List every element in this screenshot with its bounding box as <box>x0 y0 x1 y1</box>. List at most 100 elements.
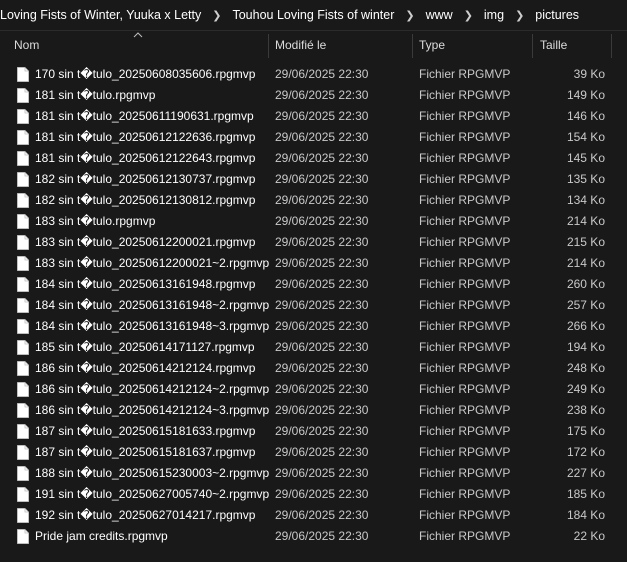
file-row[interactable]: 170 sin t�tulo_20250608035606.rpgmvp 29/0… <box>0 64 627 85</box>
file-row[interactable]: 183 sin t�tulo.rpgmvp 29/06/2025 22:30 Fic… <box>0 211 627 232</box>
column-header-row: Nom Modifié le Type Taille <box>0 31 627 59</box>
file-row[interactable]: 186 sin t�tulo_20250614212124~2.rpgmvp 29… <box>0 379 627 400</box>
file-type: Fichier RPGMVP <box>419 403 511 417</box>
file-name[interactable]: 186 sin t�tulo_20250614212124~3.rpgmvp <box>35 400 269 421</box>
file-icon <box>17 466 29 481</box>
file-icon <box>17 382 29 397</box>
file-row[interactable]: 182 sin t�tulo_20250612130812.rpgmvp 29/0… <box>0 190 627 211</box>
file-row[interactable]: Pride jam credits.rpgmvp 29/06/2025 22:30… <box>0 526 627 547</box>
file-icon <box>17 445 29 460</box>
file-name[interactable]: 184 sin t�tulo_20250613161948~3.rpgmvp <box>35 316 269 337</box>
file-row[interactable]: 181 sin t�tulo_20250611190631.rpgmvp 29/0… <box>0 106 627 127</box>
file-row[interactable]: 187 sin t�tulo_20250615181637.rpgmvp 29/0… <box>0 442 627 463</box>
file-row[interactable]: 181 sin t�tulo_20250612122643.rpgmvp 29/0… <box>0 148 627 169</box>
file-type: Fichier RPGMVP <box>419 466 511 480</box>
breadcrumb: Loving Fists of Winter, Yuuka x Letty ❯ … <box>0 0 627 31</box>
file-name[interactable]: 170 sin t�tulo_20250608035606.rpgmvp <box>35 64 255 85</box>
file-name[interactable]: 191 sin t�tulo_20250627005740~2.rpgmvp <box>35 484 269 505</box>
file-row[interactable]: 185 sin t�tulo_20250614171127.rpgmvp 29/0… <box>0 337 627 358</box>
file-row[interactable]: 182 sin t�tulo_20250612130737.rpgmvp 29/0… <box>0 169 627 190</box>
column-header-type[interactable]: Type <box>419 31 445 59</box>
file-type: Fichier RPGMVP <box>419 151 511 165</box>
file-name[interactable]: 187 sin t�tulo_20250615181637.rpgmvp <box>35 442 255 463</box>
file-size: 214 Ko <box>566 214 605 228</box>
file-modified-date: 29/06/2025 22:30 <box>275 487 369 501</box>
file-name[interactable]: 188 sin t�tulo_20250615230003~2.rpgmvp <box>35 463 269 484</box>
file-type: Fichier RPGMVP <box>419 424 511 438</box>
file-modified-date: 29/06/2025 22:30 <box>275 88 369 102</box>
column-header-modified[interactable]: Modifié le <box>275 31 326 59</box>
column-divider[interactable] <box>268 34 269 58</box>
file-size: 238 Ko <box>566 403 605 417</box>
file-size: 134 Ko <box>566 193 605 207</box>
file-name[interactable]: 183 sin t�tulo_20250612200021.rpgmvp <box>35 232 255 253</box>
file-icon <box>17 508 29 523</box>
file-row[interactable]: 181 sin t�tulo.rpgmvp 29/06/2025 22:30 Fic… <box>0 85 627 106</box>
file-icon <box>17 151 29 166</box>
file-row[interactable]: 184 sin t�tulo_20250613161948~2.rpgmvp 29… <box>0 295 627 316</box>
file-row[interactable]: 181 sin t�tulo_20250612122636.rpgmvp 29/0… <box>0 127 627 148</box>
scrollbar-track[interactable] <box>613 31 627 562</box>
file-modified-date: 29/06/2025 22:30 <box>275 193 369 207</box>
file-name[interactable]: 183 sin t�tulo_20250612200021~2.rpgmvp <box>35 253 269 274</box>
file-type: Fichier RPGMVP <box>419 445 511 459</box>
file-type: Fichier RPGMVP <box>419 109 511 123</box>
file-name[interactable]: 184 sin t�tulo_20250613161948.rpgmvp <box>35 274 255 295</box>
breadcrumb-item-www[interactable]: www <box>424 8 455 22</box>
file-row[interactable]: 186 sin t�tulo_20250614212124.rpgmvp 29/0… <box>0 358 627 379</box>
file-type: Fichier RPGMVP <box>419 508 511 522</box>
file-modified-date: 29/06/2025 22:30 <box>275 529 369 543</box>
breadcrumb-item-game-folder[interactable]: Loving Fists of Winter, Yuuka x Letty <box>0 8 203 22</box>
file-row[interactable]: 191 sin t�tulo_20250627005740~2.rpgmvp 29… <box>0 484 627 505</box>
file-row[interactable]: 192 sin t�tulo_20250627014217.rpgmvp 29/0… <box>0 505 627 526</box>
file-modified-date: 29/06/2025 22:30 <box>275 508 369 522</box>
file-name[interactable]: 184 sin t�tulo_20250613161948~2.rpgmvp <box>35 295 269 316</box>
file-icon <box>17 361 29 376</box>
file-name[interactable]: 181 sin t�tulo_20250612122636.rpgmvp <box>35 127 255 148</box>
file-name[interactable]: 181 sin t�tulo.rpgmvp <box>35 85 155 106</box>
file-size: 149 Ko <box>566 88 605 102</box>
file-modified-date: 29/06/2025 22:30 <box>275 319 369 333</box>
file-row[interactable]: 188 sin t�tulo_20250615230003~2.rpgmvp 29… <box>0 463 627 484</box>
file-name[interactable]: 192 sin t�tulo_20250627014217.rpgmvp <box>35 505 255 526</box>
file-icon <box>17 529 29 544</box>
file-size: 260 Ko <box>566 277 605 291</box>
file-name[interactable]: Pride jam credits.rpgmvp <box>35 526 168 547</box>
file-type: Fichier RPGMVP <box>419 193 511 207</box>
file-name[interactable]: 186 sin t�tulo_20250614212124~2.rpgmvp <box>35 379 269 400</box>
breadcrumb-item-img[interactable]: img <box>482 8 506 22</box>
file-row[interactable]: 183 sin t�tulo_20250612200021~2.rpgmvp 29… <box>0 253 627 274</box>
file-row[interactable]: 187 sin t�tulo_20250615181633.rpgmvp 29/0… <box>0 421 627 442</box>
file-size: 154 Ko <box>566 130 605 144</box>
file-name[interactable]: 187 sin t�tulo_20250615181633.rpgmvp <box>35 421 255 442</box>
column-divider[interactable] <box>532 34 533 58</box>
file-list: 170 sin t�tulo_20250608035606.rpgmvp 29/0… <box>0 64 627 547</box>
file-size: 39 Ko <box>573 67 605 81</box>
file-modified-date: 29/06/2025 22:30 <box>275 67 369 81</box>
file-name[interactable]: 183 sin t�tulo.rpgmvp <box>35 211 155 232</box>
file-modified-date: 29/06/2025 22:30 <box>275 109 369 123</box>
file-icon <box>17 214 29 229</box>
file-name[interactable]: 185 sin t�tulo_20250614171127.rpgmvp <box>35 337 255 358</box>
breadcrumb-item-pictures[interactable]: pictures <box>533 8 581 22</box>
file-type: Fichier RPGMVP <box>419 172 511 186</box>
file-row[interactable]: 184 sin t�tulo_20250613161948~3.rpgmvp 29… <box>0 316 627 337</box>
column-header-name[interactable]: Nom <box>14 31 39 59</box>
file-name[interactable]: 186 sin t�tulo_20250614212124.rpgmvp <box>35 358 255 379</box>
sort-ascending-icon <box>133 32 143 38</box>
file-row[interactable]: 186 sin t�tulo_20250614212124~3.rpgmvp 29… <box>0 400 627 421</box>
column-header-size[interactable]: Taille <box>540 31 567 59</box>
column-divider[interactable] <box>412 34 413 58</box>
file-name[interactable]: 181 sin t�tulo_20250612122643.rpgmvp <box>35 148 255 169</box>
file-size: 227 Ko <box>566 466 605 480</box>
file-size: 257 Ko <box>566 298 605 312</box>
file-name[interactable]: 182 sin t�tulo_20250612130812.rpgmvp <box>35 190 255 211</box>
file-modified-date: 29/06/2025 22:30 <box>275 277 369 291</box>
file-name[interactable]: 182 sin t�tulo_20250612130737.rpgmvp <box>35 169 255 190</box>
file-row[interactable]: 184 sin t�tulo_20250613161948.rpgmvp 29/0… <box>0 274 627 295</box>
file-name[interactable]: 181 sin t�tulo_20250611190631.rpgmvp <box>35 106 254 127</box>
file-type: Fichier RPGMVP <box>419 298 511 312</box>
column-divider[interactable] <box>611 34 612 58</box>
file-row[interactable]: 183 sin t�tulo_20250612200021.rpgmvp 29/0… <box>0 232 627 253</box>
breadcrumb-item-touhou[interactable]: Touhou Loving Fists of winter <box>230 8 396 22</box>
